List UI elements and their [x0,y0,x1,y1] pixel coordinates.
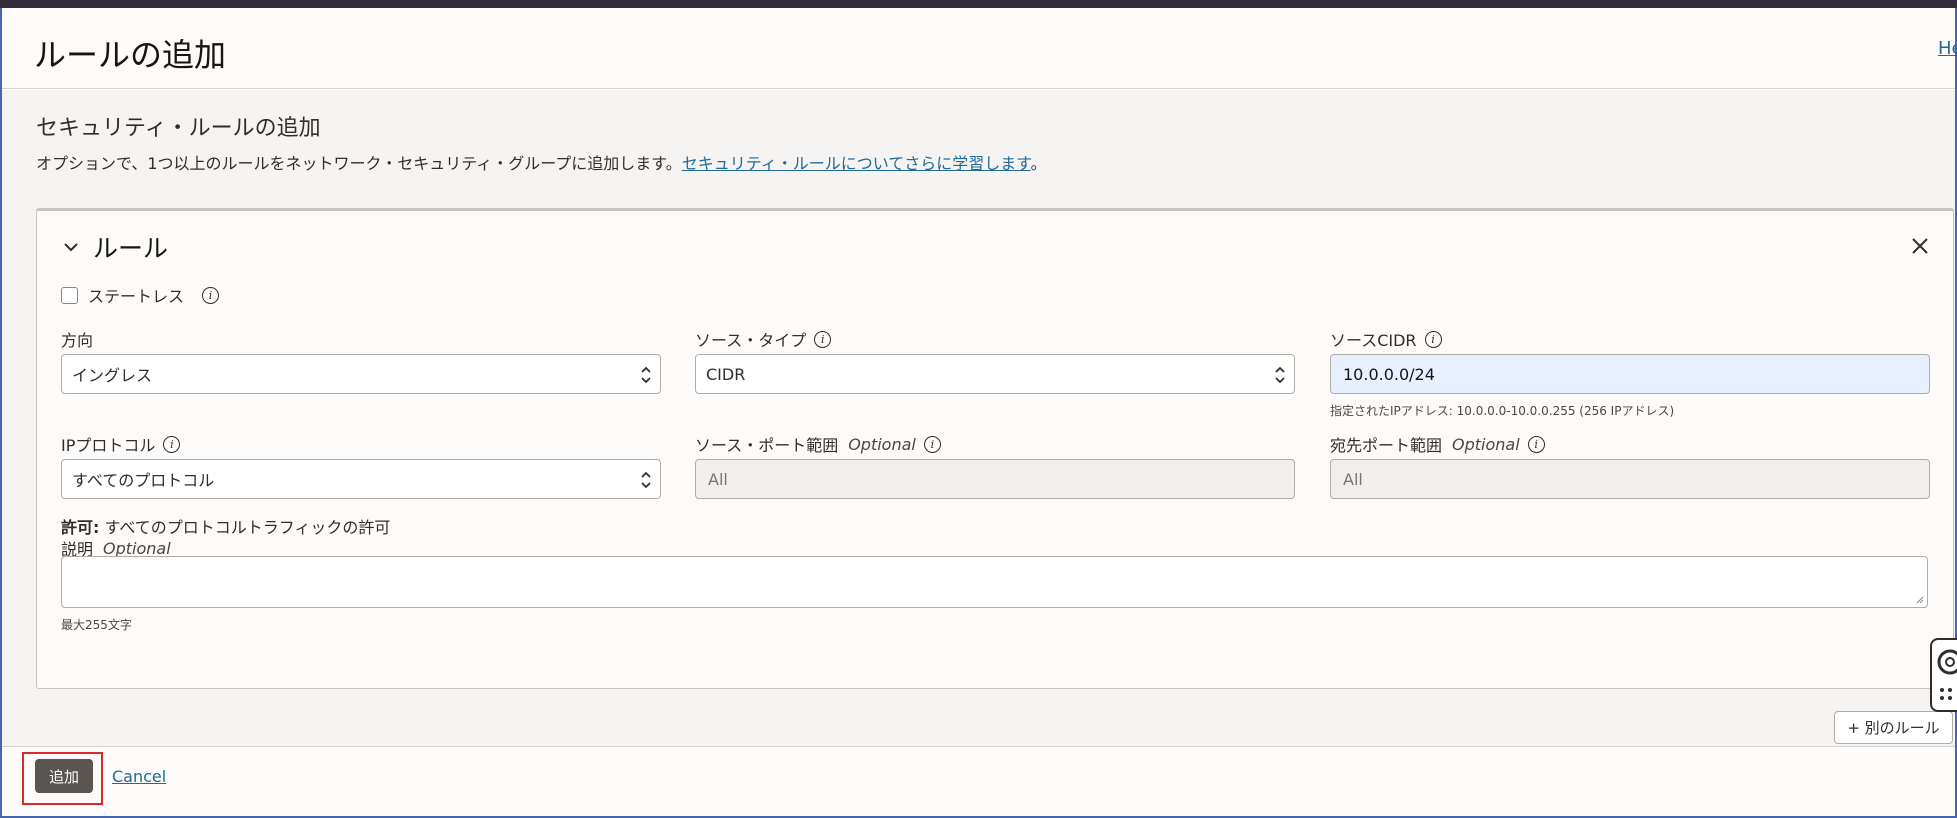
help-link[interactable]: He [1938,38,1957,59]
add-another-rule-button[interactable]: + 別のルール [1834,711,1953,744]
panel-body: セキュリティ・ルールの追加 オプションで、1つ以上のルールをネットワーク・セキュ… [2,90,1955,746]
stateless-checkbox[interactable] [61,286,78,304]
select-arrows-icon [641,366,651,384]
source-cidr-label: ソースCIDR i [1330,327,1442,351]
description-textarea[interactable] [61,556,1928,608]
description-hint: 最大255文字 [61,618,132,632]
intro-text-suffix: 。 [1030,154,1047,173]
panel-footer: 追加 Cancel [2,746,1955,816]
direction-select[interactable]: イングレス [61,354,661,394]
intro-text-main: オプションで、1つ以上のルールをネットワーク・セキュリティ・グループに追加します… [36,154,682,173]
source-cidr-hint: 指定されたIPアドレス: 10.0.0.0-10.0.0.255 (256 IP… [1330,404,1675,418]
source-cidr-label-text: ソースCIDR [1330,331,1417,350]
optional-tag: Optional [103,538,171,558]
select-arrows-icon [1275,366,1285,384]
lifebuoy-icon [1937,649,1957,700]
source-type-select[interactable]: CIDR [695,354,1295,394]
cancel-link[interactable]: Cancel [112,767,166,786]
optional-tag: Optional [1452,434,1520,454]
chevron-down-icon[interactable] [61,237,81,257]
direction-value: イングレス [72,366,153,385]
dest-port-label-text: 宛先ポート範囲 [1330,436,1443,455]
page-title: ルールの追加 [34,36,227,74]
dest-port-label: 宛先ポート範囲 Optional i [1330,432,1545,456]
source-port-input[interactable]: All [695,459,1295,499]
source-type-label: ソース・タイプ i [695,327,832,351]
info-icon[interactable]: i [163,435,181,453]
select-arrows-icon [641,471,651,489]
source-port-label: ソース・ポート範囲 Optional i [695,432,941,456]
learn-more-link[interactable]: セキュリティ・ルールについてさらに学習します [682,154,1031,173]
ip-protocol-select[interactable]: すべてのプロトコル [61,459,661,499]
ip-protocol-label: IPプロトコル i [61,432,181,456]
allow-label: 許可: [61,518,100,537]
stateless-label: ステートレス [88,287,185,306]
allow-summary: 許可: すべてのプロトコルトラフィックの許可 [61,514,390,538]
source-port-value: All [708,469,728,489]
optional-tag: Optional [848,434,916,454]
section-title: セキュリティ・ルールの追加 [36,116,321,141]
help-widget[interactable] [1930,638,1957,712]
source-type-value: CIDR [706,364,746,384]
source-type-label-text: ソース・タイプ [695,331,807,350]
info-icon[interactable]: i [1424,330,1442,348]
intro-text: オプションで、1つ以上のルールをネットワーク・セキュリティ・グループに追加します… [36,150,1047,174]
close-icon[interactable] [1909,235,1931,257]
dest-port-value: All [1343,469,1363,489]
info-icon[interactable]: i [923,435,941,453]
rule-panel: ルール ステートレス i 方向 イングレス ソース・タイプ i CIDR ソース… [36,208,1954,689]
ip-protocol-label-text: IPプロトコル [61,436,156,455]
stateless-option: ステートレス i [61,283,220,307]
top-bar [0,0,1957,8]
info-icon[interactable]: i [814,330,832,348]
info-icon[interactable]: i [202,286,220,304]
ip-protocol-value: すべてのプロトコル [72,471,215,490]
info-icon[interactable]: i [1527,435,1545,453]
panel-header: ルールの追加 He [2,8,1957,89]
direction-label-text: 方向 [61,331,94,350]
rule-header[interactable]: ルール [61,229,168,265]
source-cidr-input[interactable]: 10.0.0.0/24 [1330,354,1930,394]
direction-label: 方向 [61,327,93,351]
source-cidr-value: 10.0.0.0/24 [1343,364,1435,384]
rule-title: ルール [93,234,169,263]
add-button[interactable]: 追加 [35,759,93,793]
dest-port-input[interactable]: All [1330,459,1930,499]
source-port-label-text: ソース・ポート範囲 [695,436,839,455]
resize-handle-icon[interactable] [1914,594,1924,604]
allow-text: すべてのプロトコルトラフィックの許可 [104,518,391,537]
